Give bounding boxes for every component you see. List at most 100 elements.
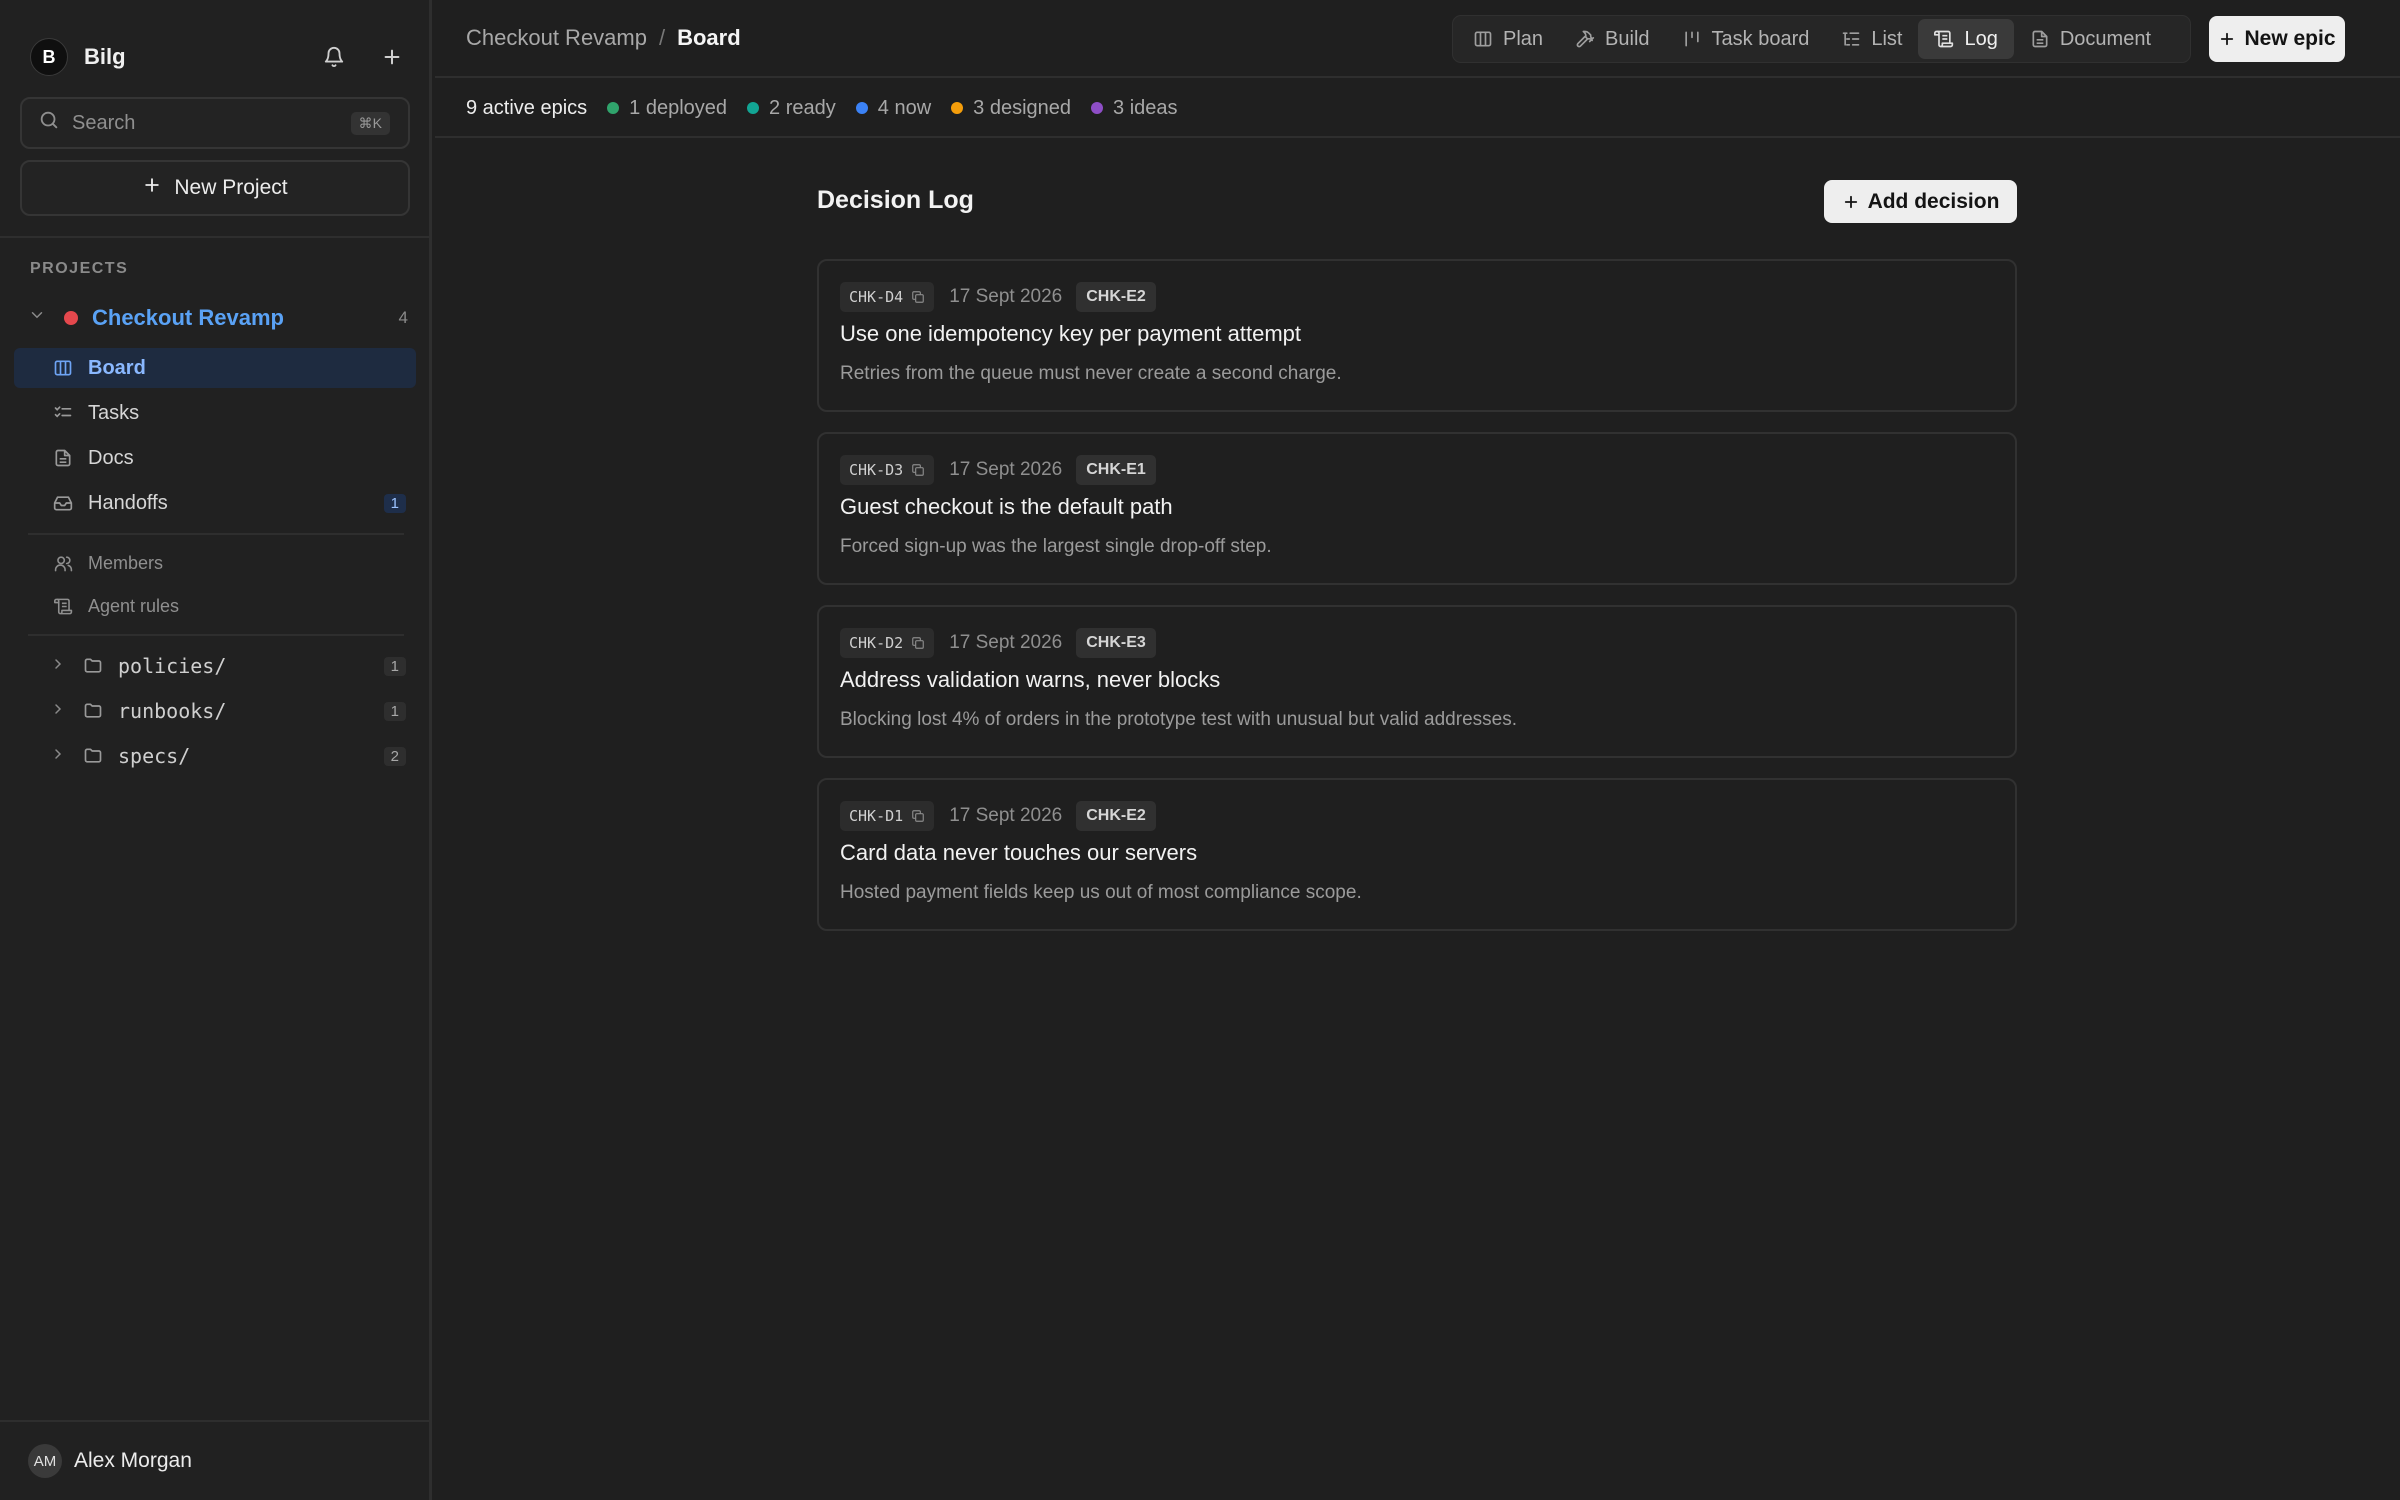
sidebar-item-docs[interactable]: Docs	[14, 438, 416, 478]
bell-icon[interactable]	[319, 42, 349, 72]
tab-label: Build	[1605, 27, 1650, 50]
status-dot	[747, 102, 760, 114]
breadcrumb-current: Board	[677, 25, 741, 50]
project-count: 4	[398, 308, 408, 327]
folder-name: specs/	[118, 744, 191, 768]
decision-rationale: Forced sign-up was the largest single dr…	[840, 536, 1272, 557]
decision-code: CHK-D2	[849, 634, 904, 652]
decision-log-header: Decision Log Add decision	[817, 180, 2017, 224]
breadcrumb-separator: /	[658, 25, 666, 50]
divider	[28, 533, 404, 535]
new-project-button[interactable]: New Project	[20, 160, 410, 216]
user-name: Alex Morgan	[74, 1449, 192, 1472]
tab-task-board[interactable]: Task board	[1666, 19, 1826, 59]
decision-code-chip[interactable]: CHK-D1	[840, 801, 935, 831]
active-epics-count: 9 active epics	[466, 96, 588, 119]
search-box[interactable]: ⌘K	[20, 97, 410, 149]
hammer-icon	[1576, 30, 1595, 48]
workspace-header: B Bilg	[30, 37, 407, 77]
folder-count: 1	[383, 701, 406, 721]
copy-icon[interactable]	[911, 809, 925, 823]
folder-policies[interactable]: policies/ 1	[50, 648, 406, 684]
tab-label: Document	[2059, 27, 2152, 50]
decision-title: Card data never touches our servers	[840, 840, 1198, 865]
sidebar-item-handoffs[interactable]: Handoffs 1	[14, 483, 416, 523]
page-title: Decision Log	[817, 186, 974, 214]
breadcrumb-parent[interactable]: Checkout Revamp	[466, 25, 647, 51]
chevron-right-icon[interactable]	[50, 700, 70, 723]
board-icon	[52, 357, 74, 379]
status-label: 4 now	[877, 96, 932, 119]
epic-link-chip[interactable]: CHK-E2	[1076, 801, 1156, 831]
workspace-avatar[interactable]: B	[30, 38, 68, 76]
status-deployed: 1 deployed	[607, 97, 727, 120]
sidebar-item-members[interactable]: Members	[14, 545, 416, 581]
tab-list[interactable]: List	[1825, 19, 1918, 59]
copy-icon[interactable]	[911, 290, 925, 304]
log-icon	[1934, 30, 1954, 48]
decision-code-chip[interactable]: CHK-D4	[840, 282, 935, 312]
tab-document[interactable]: Document	[2014, 19, 2167, 59]
handoffs-count-badge: 1	[383, 493, 406, 513]
sidebar-item-agent-rules[interactable]: Agent rules	[14, 588, 416, 624]
inbox-icon	[52, 492, 74, 514]
decision-title: Guest checkout is the default path	[840, 494, 1173, 519]
decision-date: 17 Sept 2026	[949, 805, 1063, 826]
scroll-icon	[52, 595, 74, 617]
decision-card[interactable]: CHK-D4 17 Sept 2026 CHK-E2 Use one idemp…	[817, 259, 2017, 412]
chevron-right-icon[interactable]	[50, 655, 70, 678]
decision-log: Decision Log Add decision CHK-D4 17 Sept…	[817, 180, 2017, 931]
folder-runbooks[interactable]: runbooks/ 1	[50, 693, 406, 729]
epic-link-chip[interactable]: CHK-E3	[1076, 628, 1156, 658]
sidebar-item-label: Tasks	[88, 401, 140, 424]
members-icon	[52, 552, 74, 574]
sidebar-item-label: Members	[88, 552, 164, 573]
folder-specs[interactable]: specs/ 2	[50, 738, 406, 774]
folder-name: runbooks/	[118, 699, 227, 723]
folder-icon	[82, 656, 106, 676]
decision-rationale: Retries from the queue must never create…	[840, 363, 1342, 384]
search-input[interactable]	[72, 111, 351, 135]
status-dot	[1091, 102, 1104, 114]
decision-code-chip[interactable]: CHK-D3	[840, 455, 935, 485]
sidebar-item-tasks[interactable]: Tasks	[14, 393, 416, 433]
tab-label: Plan	[1503, 27, 1544, 50]
user-menu[interactable]: AM Alex Morgan	[0, 1420, 432, 1500]
status-ready: 2 ready	[747, 97, 836, 120]
tasks-icon	[52, 402, 74, 424]
chevron-down-icon[interactable]	[28, 306, 52, 330]
docs-icon	[52, 447, 74, 469]
project-color-dot	[64, 311, 78, 325]
folder-icon	[82, 701, 106, 721]
decision-card[interactable]: CHK-D2 17 Sept 2026 CHK-E3 Address valid…	[817, 605, 2017, 758]
copy-icon[interactable]	[911, 463, 925, 477]
tab-log[interactable]: Log	[1918, 19, 2014, 59]
decision-code-chip[interactable]: CHK-D2	[840, 628, 935, 658]
decision-card[interactable]: CHK-D3 17 Sept 2026 CHK-E1 Guest checkou…	[817, 432, 2017, 585]
new-epic-button[interactable]: New epic	[2209, 16, 2345, 62]
add-decision-label: Add decision	[1867, 189, 2000, 213]
tab-label: Log	[1964, 27, 1998, 50]
list-icon	[1843, 32, 1860, 46]
sidebar-item-label: Agent rules	[88, 595, 180, 616]
status-dot	[951, 102, 964, 114]
new-epic-label: New epic	[2244, 27, 2336, 50]
copy-icon[interactable]	[911, 636, 925, 650]
tab-build[interactable]: Build	[1559, 19, 1665, 59]
project-checkout-revamp[interactable]: Checkout Revamp 4	[28, 300, 408, 336]
tab-label: List	[1871, 27, 1903, 50]
avatar: AM	[28, 1444, 62, 1478]
chevron-right-icon[interactable]	[50, 745, 70, 768]
workspace-name[interactable]: Bilg	[84, 44, 126, 70]
decision-card[interactable]: CHK-D1 17 Sept 2026 CHK-E2 Card data nev…	[817, 778, 2017, 931]
decision-date: 17 Sept 2026	[949, 286, 1063, 307]
search-shortcut: ⌘K	[350, 111, 390, 135]
sidebar-item-board[interactable]: Board	[14, 348, 416, 388]
tab-plan[interactable]: Plan	[1457, 19, 1559, 59]
add-decision-button[interactable]: Add decision	[1824, 180, 2017, 223]
epic-link-chip[interactable]: CHK-E2	[1076, 282, 1156, 312]
plus-icon[interactable]	[377, 42, 407, 72]
folder-count: 2	[383, 746, 406, 766]
epic-link-chip[interactable]: CHK-E1	[1076, 455, 1156, 485]
status-label: 3 ideas	[1113, 96, 1178, 119]
